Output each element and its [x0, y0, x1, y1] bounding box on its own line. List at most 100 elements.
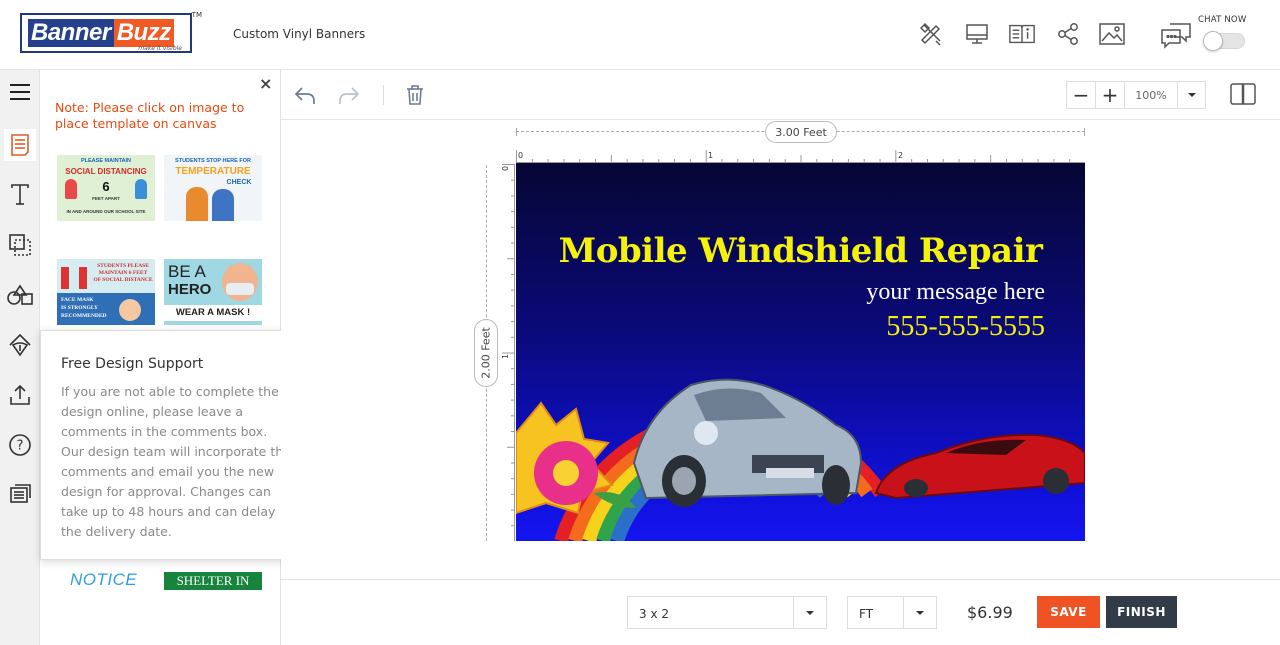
zoom-in-button[interactable]: + [1096, 82, 1125, 108]
chat-toggle-knob [1203, 31, 1223, 51]
background-icon[interactable] [4, 229, 36, 261]
height-label: 2.00 Feet [474, 319, 498, 387]
design-tools-icon[interactable] [917, 20, 945, 48]
template-notice[interactable]: NOTICE [70, 570, 137, 590]
unit-select[interactable]: FT [847, 596, 937, 629]
template-shelter-in-place[interactable]: SHELTER IN PLACE [164, 572, 262, 590]
banner-title-text[interactable]: Mobile Windshield Repair [516, 231, 1085, 271]
zoom-out-button[interactable]: − [1067, 82, 1096, 108]
template-3-line6: RECOMMENDED [61, 313, 107, 319]
template-3-line2: MAINTAIN 6 FEET [98, 270, 148, 276]
product-info-icon[interactable] [1008, 20, 1036, 48]
template-4-line3: WEAR A MASK ! [175, 307, 251, 318]
width-label: 3.00 Feet [765, 121, 837, 143]
clipart-icon[interactable] [4, 329, 36, 361]
zoom-control: − + 100% [1066, 81, 1206, 109]
template-temperature-check[interactable]: STUDENTS STOP HERE FOR TEMPERATURE CHECK [164, 155, 262, 221]
tool-rail: ? [0, 70, 40, 645]
template-4-mask [226, 283, 254, 295]
template-1-figure-right [135, 179, 147, 199]
template-4-face [222, 263, 258, 301]
comments-icon[interactable] [4, 479, 36, 511]
logo-trademark: TM [191, 11, 202, 19]
banner-message-text[interactable]: your message here [866, 279, 1045, 306]
template-4-line1: BE A [168, 262, 206, 281]
shapes-icon[interactable] [4, 279, 36, 311]
banner-canvas[interactable]: Mobile Windshield Repair your message he… [516, 163, 1085, 541]
desktop-preview-icon[interactable] [963, 20, 991, 48]
size-select-value: 3 x 2 [639, 607, 669, 621]
upload-icon[interactable] [4, 379, 36, 411]
toolbar-separator [383, 85, 384, 105]
size-dropdown-icon[interactable] [793, 597, 826, 628]
help-icon[interactable]: ? [4, 429, 36, 461]
template-3-line3: OF SOCIAL DISTANCE [93, 277, 153, 283]
template-social-distancing[interactable]: PLEASE MAINTAIN SOCIAL DISTANCING 6 FEET… [57, 155, 155, 221]
finish-button[interactable]: FINISH [1106, 596, 1177, 628]
share-icon[interactable] [1054, 20, 1082, 48]
templates-icon[interactable] [4, 129, 36, 161]
text-icon[interactable] [4, 179, 36, 211]
red-car-shape [874, 433, 1085, 500]
popup-title: Free Design Support [61, 356, 204, 372]
template-2-figure-2 [212, 189, 234, 221]
template-2-line1: STUDENTS STOP HERE FOR [175, 158, 251, 164]
menu-icon[interactable] [4, 76, 36, 108]
top-ruler: 0 1 2 [516, 150, 1085, 163]
size-select[interactable]: 3 x 2 [627, 596, 827, 629]
toggle-panel-icon[interactable] [1230, 82, 1256, 108]
zoom-dropdown-icon[interactable] [1178, 82, 1205, 108]
left-ruler: 0 1 [501, 164, 515, 541]
ruler-top-0: 0 [518, 151, 523, 160]
redo-icon[interactable] [336, 82, 362, 108]
template-1-line1: PLEASE MAINTAIN [80, 158, 131, 164]
template-3-line5: IS STRONGLY [61, 305, 98, 311]
product-title: Custom Vinyl Banners [233, 27, 366, 41]
app-header: Banner Buzz make it visible TM Custom Vi… [0, 0, 1280, 70]
template-4-line2: HERO [168, 281, 212, 298]
ruler-left-0: 0 [501, 166, 510, 171]
ruler-top-2: 2 [898, 151, 903, 160]
template-2-line3: CHECK [226, 179, 252, 186]
template-face-mask[interactable]: STUDENTS PLEASE MAINTAIN 6 FEET OF SOCIA… [57, 259, 155, 325]
silver-car-shape [632, 378, 863, 507]
popup-body: If you are not able to complete the desi… [61, 384, 291, 539]
logo-tagline: make it visible [138, 45, 182, 52]
zoom-value[interactable]: 100% [1125, 82, 1178, 108]
price-display: $6.99 [967, 603, 1013, 622]
bottom-bar: 3 x 2 FT $6.99 SAVE FINISH [281, 579, 1280, 645]
bannerbuzz-logo[interactable]: Banner Buzz make it visible TM [20, 11, 202, 53]
design-workspace: 3.00 Feet 2.00 Feet 0 1 2 0 1 Mobile Win… [281, 121, 1280, 579]
ruler-top-1: 1 [708, 151, 713, 160]
image-icon[interactable] [1098, 20, 1126, 48]
banner-phone-text[interactable]: 555-555-5555 [886, 311, 1045, 343]
template-be-a-hero[interactable]: BE A HERO WEAR A MASK ! [164, 259, 262, 325]
ruler-left-1: 1 [501, 354, 510, 359]
template-2-figure-1 [186, 187, 208, 221]
template-3-face [119, 299, 141, 321]
logo-part-buzz: Buzz [113, 19, 174, 47]
panel-close-icon[interactable]: × [259, 76, 272, 92]
design-support-popup: ✕ Free Design Support If you are not abl… [40, 330, 310, 560]
template-3-line1: STUDENTS PLEASE [97, 263, 149, 269]
template-1-figure-left [65, 179, 77, 199]
undo-icon[interactable] [292, 82, 318, 108]
template-2-line2: TEMPERATURE [175, 166, 251, 177]
unit-select-value: FT [859, 607, 874, 621]
template-note: Note: Please click on image to place tem… [55, 100, 245, 131]
banner-artwork [516, 378, 1085, 541]
unit-dropdown-icon[interactable] [903, 597, 936, 628]
template-1-line2: SOCIAL DISTANCING [65, 167, 147, 176]
save-button[interactable]: SAVE [1037, 596, 1100, 628]
chat-icon[interactable] [1160, 19, 1192, 51]
svg-text:?: ? [17, 439, 24, 454]
logo-part-banner: Banner [28, 19, 114, 47]
template-1-line5: IN AND AROUND OUR SCHOOL SITE [66, 209, 146, 214]
template-3-figure-2 [79, 267, 87, 289]
chat-toggle[interactable] [1203, 31, 1245, 51]
canvas-toolbar: − + 100% [281, 70, 1280, 120]
chat-now-label: CHAT NOW [1198, 15, 1247, 25]
template-3-line4: FACE MASK [61, 297, 94, 303]
delete-icon[interactable] [402, 82, 428, 108]
template-3-figure-1 [61, 267, 69, 289]
